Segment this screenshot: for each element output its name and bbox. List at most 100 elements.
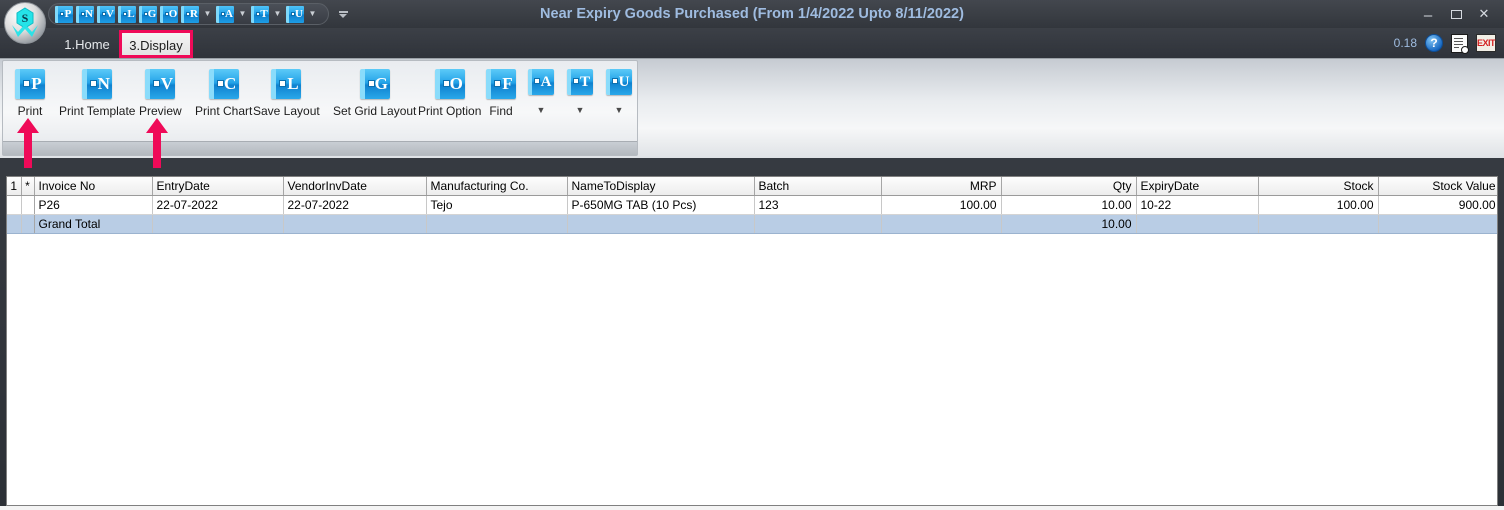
qat-button-n[interactable]: N bbox=[76, 5, 94, 23]
cell-qty[interactable]: 10.00 bbox=[1001, 195, 1137, 215]
total-cell-stock-value bbox=[1378, 214, 1497, 234]
ribbon-icon-letter: L bbox=[287, 74, 299, 93]
total-cell-expiry-date bbox=[1136, 214, 1259, 234]
cell-expiry-date[interactable]: 10-22 bbox=[1136, 195, 1259, 215]
qat-button-g[interactable]: G bbox=[139, 5, 157, 23]
ribbon-button-print[interactable]: P Print bbox=[15, 69, 45, 118]
column-header-qty[interactable]: Qty bbox=[1001, 177, 1137, 196]
row-selector-cell[interactable] bbox=[21, 195, 35, 215]
title-bar-tools: 0.18 ? EXIT bbox=[1394, 30, 1496, 56]
qat-button-letter: A bbox=[225, 7, 233, 20]
data-grid[interactable]: 1 * Invoice No EntryDate VendorInvDate Manufa… bbox=[6, 176, 1498, 506]
quick-access-toolbar: P N V L G O R ▼ A ▼ T ▼ U ▼ bbox=[48, 3, 329, 25]
ribbon-t-chevron-down-icon[interactable]: ▼ bbox=[574, 105, 586, 115]
ribbon-icon-n: N bbox=[82, 69, 113, 99]
ribbon-button-label: Set Grid Layout bbox=[333, 104, 417, 118]
window-bottom-edge bbox=[0, 506, 1504, 510]
qat-button-letter: N bbox=[85, 7, 93, 20]
cell-batch[interactable]: 123 bbox=[754, 195, 882, 215]
total-cell-mrp bbox=[881, 214, 1002, 234]
ribbon: P Print N Print Template V Preview C Print Char… bbox=[0, 58, 1504, 158]
table-row[interactable]: P26 22-07-2022 22-07-2022 Tejo P-650MG TAB (… bbox=[7, 195, 1497, 215]
column-header-vendor-inv-date[interactable]: VendorInvDate bbox=[283, 177, 427, 196]
ribbon-button-print-chart[interactable]: C Print Chart bbox=[195, 69, 252, 118]
column-header-rownum[interactable]: 1 bbox=[7, 177, 22, 196]
qat-dropdown-t-chevron-down-icon[interactable]: ▼ bbox=[272, 6, 283, 22]
ribbon-button-save-layout[interactable]: L Save Layout bbox=[253, 69, 320, 118]
qat-button-u[interactable]: U bbox=[286, 5, 304, 23]
qat-button-letter: T bbox=[260, 7, 268, 20]
ribbon-u-chevron-down-icon[interactable]: ▼ bbox=[613, 105, 625, 115]
qat-button-t[interactable]: T bbox=[251, 5, 269, 23]
column-header-stock-value[interactable]: Stock Value bbox=[1378, 177, 1497, 196]
ribbon-icon-v: V bbox=[145, 69, 176, 99]
total-cell-name-to-display bbox=[567, 214, 755, 234]
svg-text:S: S bbox=[22, 11, 29, 25]
cell-stock[interactable]: 100.00 bbox=[1258, 195, 1379, 215]
ribbon-button-find[interactable]: F Find bbox=[486, 69, 516, 118]
total-cell-stock bbox=[1258, 214, 1379, 234]
cell-stock-value[interactable]: 900.00 bbox=[1378, 195, 1497, 215]
results-table: 1 * Invoice No EntryDate VendorInvDate Manufa… bbox=[7, 177, 1497, 234]
column-header-entry-date[interactable]: EntryDate bbox=[152, 177, 284, 196]
ribbon-button-label: Preview bbox=[139, 104, 182, 118]
total-cell-invoice-no: Grand Total bbox=[34, 214, 153, 234]
column-header-expiry-date[interactable]: ExpiryDate bbox=[1136, 177, 1259, 196]
ribbon-button-label: Print Chart bbox=[195, 104, 253, 118]
qat-button-letter: R bbox=[190, 7, 198, 20]
help-icon[interactable]: ? bbox=[1425, 34, 1443, 52]
column-header-manufacturing-co[interactable]: Manufacturing Co. bbox=[426, 177, 568, 196]
column-header-batch[interactable]: Batch bbox=[754, 177, 882, 196]
app-logo[interactable]: S bbox=[4, 2, 46, 44]
ribbon-icon-letter: P bbox=[31, 74, 42, 93]
ribbon-button-label: Print Template bbox=[59, 104, 136, 118]
ribbon-button-print-template[interactable]: N Print Template bbox=[59, 69, 135, 118]
column-header-star[interactable]: * bbox=[21, 177, 35, 196]
quick-access-overflow-button[interactable] bbox=[336, 6, 350, 22]
qat-button-p[interactable]: P bbox=[55, 5, 73, 23]
cell-invoice-no[interactable]: P26 bbox=[34, 195, 153, 215]
ribbon-icon-t: T bbox=[567, 69, 593, 95]
column-header-stock[interactable]: Stock bbox=[1258, 177, 1379, 196]
qat-button-a[interactable]: A bbox=[216, 5, 234, 23]
qat-dropdown-a-chevron-down-icon[interactable]: ▼ bbox=[237, 6, 248, 22]
cell-vendor-inv-date[interactable]: 22-07-2022 bbox=[283, 195, 427, 215]
column-header-mrp[interactable]: MRP bbox=[881, 177, 1002, 196]
column-header-invoice-no[interactable]: Invoice No bbox=[34, 177, 153, 196]
notes-icon[interactable] bbox=[1451, 33, 1469, 54]
ribbon-button-label: Save Layout bbox=[253, 104, 320, 118]
grand-total-row[interactable]: Grand Total 10.00 bbox=[7, 214, 1497, 234]
qat-button-letter: L bbox=[127, 7, 135, 20]
ribbon-button-label: Print bbox=[17, 104, 43, 118]
minimize-button[interactable]: – bbox=[1414, 0, 1442, 31]
ribbon-icon-u: U bbox=[606, 69, 632, 95]
ribbon-a-chevron-down-icon[interactable]: ▼ bbox=[535, 105, 547, 115]
ribbon-icon-letter: U bbox=[618, 73, 630, 90]
total-cell-batch bbox=[754, 214, 882, 234]
close-button[interactable]: ✕ bbox=[1470, 1, 1498, 27]
ribbon-button-option-t[interactable]: T ▼ bbox=[567, 69, 593, 115]
ribbon-button-print-option[interactable]: O Print Option bbox=[418, 69, 481, 118]
qat-dropdown-r-chevron-down-icon[interactable]: ▼ bbox=[202, 6, 213, 22]
tab-home[interactable]: 1.Home bbox=[56, 32, 118, 57]
qat-button-l[interactable]: L bbox=[118, 5, 136, 23]
qat-button-v[interactable]: V bbox=[97, 5, 115, 23]
ribbon-button-option-u[interactable]: U ▼ bbox=[606, 69, 632, 115]
ribbon-icon-letter: N bbox=[97, 74, 110, 93]
ribbon-button-option-a[interactable]: A ▼ bbox=[528, 69, 554, 115]
row-selector-cell[interactable] bbox=[7, 195, 22, 215]
ribbon-button-set-grid-layout[interactable]: G Set Grid Layout bbox=[333, 69, 416, 118]
ribbon-button-preview[interactable]: V Preview bbox=[139, 69, 182, 118]
title-bar: Near Expiry Goods Purchased (From 1/4/20… bbox=[0, 0, 1504, 28]
maximize-button[interactable] bbox=[1442, 1, 1470, 27]
column-header-name-to-display[interactable]: NameToDisplay bbox=[567, 177, 755, 196]
tab-strip: 1.Home 3.Display bbox=[0, 28, 1504, 58]
qat-button-r[interactable]: R bbox=[181, 5, 199, 23]
cell-name-to-display[interactable]: P-650MG TAB (10 Pcs) bbox=[567, 195, 755, 215]
exit-icon[interactable]: EXIT bbox=[1476, 34, 1496, 52]
cell-mrp[interactable]: 100.00 bbox=[881, 195, 1002, 215]
qat-button-o[interactable]: O bbox=[160, 5, 178, 23]
cell-entry-date[interactable]: 22-07-2022 bbox=[152, 195, 284, 215]
qat-dropdown-u-chevron-down-icon[interactable]: ▼ bbox=[307, 6, 318, 22]
cell-manufacturing-co[interactable]: Tejo bbox=[426, 195, 568, 215]
